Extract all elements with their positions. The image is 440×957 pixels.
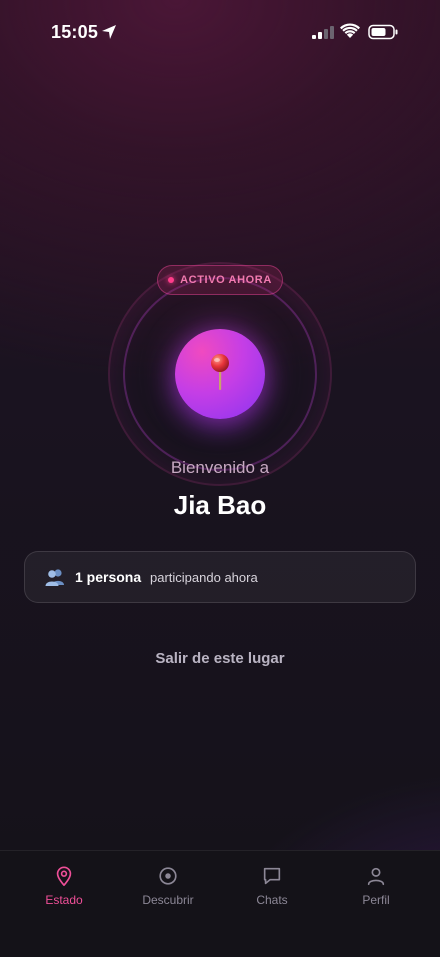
place-name: Jia Bao <box>173 490 267 520</box>
nav-label-perfil: Perfil <box>362 893 390 907</box>
participant-description: participando ahora <box>150 570 258 585</box>
leave-place-button[interactable]: Salir de este lugar <box>120 650 320 674</box>
chat-bubble-icon <box>263 867 281 885</box>
active-now-badge: ACTIVO AHORA <box>157 265 283 295</box>
cellular-signal-icon <box>312 26 334 39</box>
nav-label-descubrir: Descubrir <box>142 893 194 907</box>
user-icon <box>367 867 385 886</box>
status-time: 15:05 <box>51 22 99 42</box>
participants-card: 1 persona participando ahora <box>24 551 416 603</box>
people-icon <box>45 569 64 586</box>
badge-label: ACTIVO AHORA <box>180 274 272 286</box>
nav-label-estado: Estado <box>45 893 83 907</box>
status-bar: 15:05 <box>0 0 440 64</box>
nav-item-estado[interactable]: Estado <box>12 865 116 915</box>
nav-label-chats: Chats <box>256 893 288 907</box>
live-dot-icon <box>168 277 175 283</box>
bottom-navigation: Estado Descubrir Chats Perfil <box>0 850 440 957</box>
location-arrow-icon <box>102 25 116 39</box>
battery-icon <box>368 24 398 40</box>
participant-count: 1 persona <box>75 569 142 585</box>
wifi-icon <box>340 23 360 38</box>
target-icon <box>159 867 177 885</box>
nav-item-perfil[interactable]: Perfil <box>324 865 428 915</box>
pushpin-icon <box>211 354 229 390</box>
nav-item-chats[interactable]: Chats <box>220 865 324 915</box>
nav-item-descubrir[interactable]: Descubrir <box>116 865 220 915</box>
welcome-text: Bienvenido a <box>170 458 270 477</box>
map-pin-icon <box>56 866 72 886</box>
